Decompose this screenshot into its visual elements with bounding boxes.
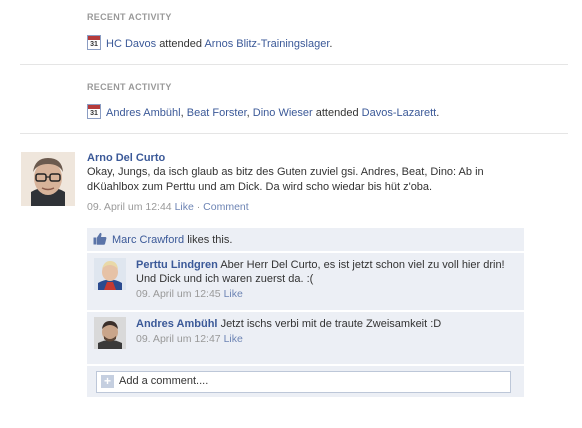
post-timestamp[interactable]: 09. April um 12:44 — [87, 201, 172, 213]
actor-link-hc-davos[interactable]: HC Davos — [106, 38, 156, 50]
recent-activity-heading: RECENT ACTIVITY — [87, 82, 172, 92]
recent-activity-heading: RECENT ACTIVITY — [87, 12, 172, 22]
post-author-link[interactable]: Arno Del Curto — [87, 152, 527, 164]
add-comment-icon: + — [101, 375, 114, 388]
calendar-icon: 31 — [87, 104, 101, 119]
add-comment-placeholder: Add a comment.... — [119, 375, 209, 387]
comment-timestamp[interactable]: 09. April um 12:47 — [136, 333, 221, 345]
comment-button[interactable]: Comment — [203, 201, 249, 213]
profile-photo — [94, 317, 126, 349]
comment-author-link[interactable]: Andres Ambühl — [136, 318, 218, 330]
avatar-arno-del-curto[interactable] — [21, 152, 75, 206]
likes-text: likes this. — [187, 234, 233, 246]
actor-link-andres-ambuehl[interactable]: Andres Ambühl — [106, 107, 181, 119]
like-button[interactable]: Like — [175, 201, 194, 213]
add-comment-box: + Add a comment.... — [87, 365, 524, 397]
post: Arno Del Curto Okay, Jungs, da isch glau… — [87, 152, 527, 213]
comment-meta: 09. April um 12:45 Like — [136, 287, 516, 301]
comment-meta: 09. April um 12:47 Like — [136, 332, 516, 346]
activity-item: 31 HC Davos attended Arnos Blitz-Trainin… — [87, 35, 332, 51]
profile-photo — [94, 258, 126, 290]
profile-photo — [21, 152, 75, 206]
comment-item: Andres Ambühl Jetzt ischs verbi mit de t… — [87, 311, 524, 364]
comment-timestamp[interactable]: 09. April um 12:45 — [136, 288, 221, 300]
divider — [20, 64, 568, 65]
comment-author-link[interactable]: Perttu Lindgren — [136, 259, 218, 271]
event-link[interactable]: Davos-Lazarett — [362, 107, 437, 119]
comment-text: Jetzt ischs verbi mit de traute Zweisamk… — [220, 318, 442, 330]
avatar-perttu-lindgren[interactable] — [94, 258, 126, 290]
event-link[interactable]: Arnos Blitz-Trainingslager — [204, 38, 329, 50]
actor-link-beat-forster[interactable]: Beat Forster — [187, 107, 247, 119]
comment-like-button[interactable]: Like — [224, 333, 243, 345]
post-text: Okay, Jungs, da isch glaub as bitz des G… — [87, 166, 484, 193]
activity-verb: attended — [315, 107, 359, 119]
add-comment-input[interactable]: + Add a comment.... — [96, 371, 511, 393]
activity-verb: attended — [159, 38, 203, 50]
calendar-icon: 31 — [87, 35, 101, 50]
liker-link[interactable]: Marc Crawford — [112, 234, 184, 246]
thumbs-up-icon — [93, 232, 107, 245]
activity-item: 31 Andres Ambühl, Beat Forster, Dino Wie… — [87, 104, 439, 120]
avatar-andres-ambuehl[interactable] — [94, 317, 126, 349]
divider — [20, 133, 568, 134]
actor-link-dino-wieser[interactable]: Dino Wieser — [253, 107, 313, 119]
likes-bar: Marc Crawford likes this. — [87, 228, 524, 251]
comment-item: Perttu Lindgren Aber Herr Del Curto, es … — [87, 252, 524, 310]
comment-like-button[interactable]: Like — [224, 288, 243, 300]
post-meta: 09. April um 12:44 Like · Comment — [87, 201, 249, 213]
